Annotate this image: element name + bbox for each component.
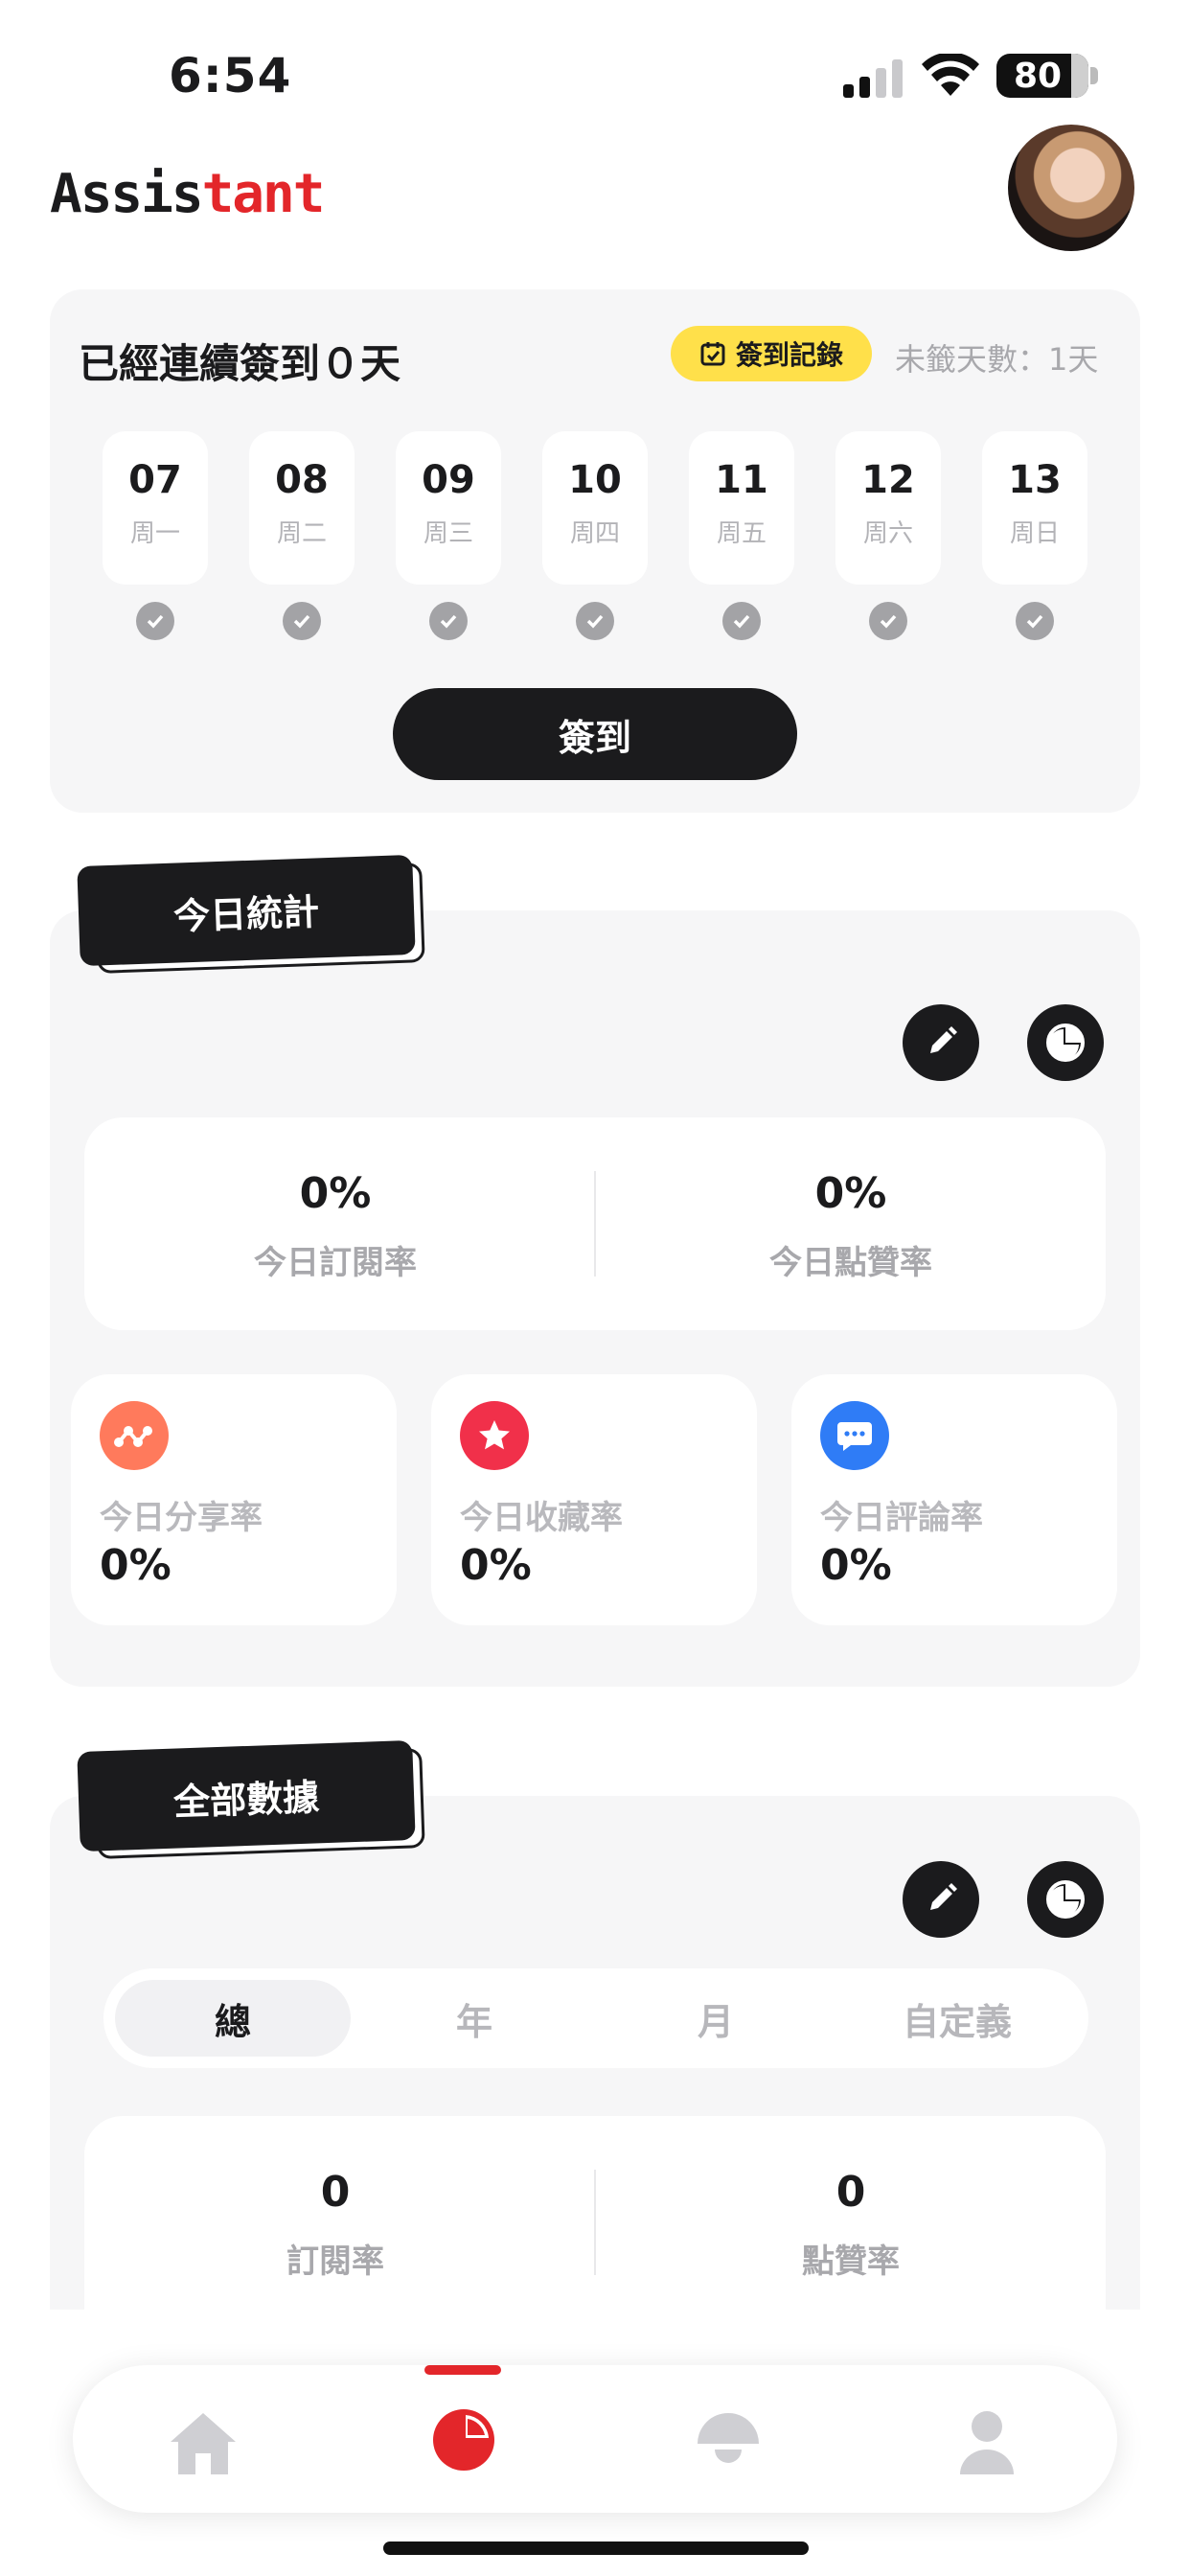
check-icon xyxy=(869,602,907,640)
pie-chart-icon xyxy=(1046,1880,1085,1919)
checkin-title: 已經連續簽到０天 xyxy=(79,340,401,387)
day-weekday: 周一 xyxy=(129,519,180,548)
today-stats-tag: 今日統計 xyxy=(77,854,433,976)
all-data-label: 全部數據 xyxy=(77,1739,416,1852)
share-icon xyxy=(100,1401,169,1470)
bulb-icon[interactable] xyxy=(694,2411,763,2474)
day-tile[interactable]: 10 周四 xyxy=(542,431,648,585)
home-indicator xyxy=(383,2542,809,2555)
today-comment-label: 今日評論率 xyxy=(820,1499,983,1537)
day-weekday: 周六 xyxy=(862,519,913,548)
today-like-label: 今日點贊率 xyxy=(769,1244,932,1282)
today-share-label: 今日分享率 xyxy=(100,1499,263,1537)
day-number: 08 xyxy=(275,458,329,502)
logo-dark: Assis xyxy=(50,163,204,225)
app-logo: Assistant xyxy=(50,163,326,225)
battery-cap xyxy=(1090,67,1098,84)
today-share-value: 0% xyxy=(100,1541,172,1590)
chat-bubble-icon xyxy=(820,1401,889,1470)
tab-year[interactable]: 年 xyxy=(356,1980,592,2057)
tab-custom[interactable]: 自定義 xyxy=(839,1980,1075,2057)
period-tabs: 總 年 月 自定義 xyxy=(103,1968,1088,2068)
calendar-check-icon xyxy=(700,342,725,366)
battery-level: 80 xyxy=(1014,56,1063,96)
wifi-icon xyxy=(922,54,979,96)
today-comment-card: 今日評論率 0% xyxy=(791,1374,1117,1625)
day-tile[interactable]: 09 周三 xyxy=(396,431,501,585)
today-fav-label: 今日收藏率 xyxy=(460,1499,623,1537)
all-like-value: 0 xyxy=(835,2168,866,2217)
day-weekday: 周三 xyxy=(423,519,473,548)
home-icon[interactable] xyxy=(169,2409,238,2476)
day-tile[interactable]: 13 周日 xyxy=(982,431,1087,585)
all-sub-label: 訂閱率 xyxy=(286,2242,384,2281)
checkin-record-label: 簽到記錄 xyxy=(735,339,843,371)
pie-chart-icon xyxy=(1046,1024,1085,1062)
day-tile[interactable]: 08 周二 xyxy=(249,431,355,585)
day-weekday: 周四 xyxy=(569,519,620,548)
day-tile[interactable]: 07 周一 xyxy=(103,431,208,585)
status-time: 6:54 xyxy=(169,48,292,104)
day-tile[interactable]: 11 周五 xyxy=(689,431,794,585)
battery-icon: 80 xyxy=(996,54,1088,98)
day-weekday: 周二 xyxy=(276,519,327,548)
all-sub-value: 0 xyxy=(320,2168,351,2217)
edit-button[interactable] xyxy=(903,1861,979,1938)
check-icon xyxy=(576,602,614,640)
logo-red: tant xyxy=(201,163,326,225)
check-icon xyxy=(136,602,174,640)
checkin-record-button[interactable]: 簽到記錄 xyxy=(671,326,872,381)
check-icon xyxy=(429,602,468,640)
pencil-icon xyxy=(930,1026,957,1053)
day-number: 11 xyxy=(715,458,768,502)
user-icon[interactable] xyxy=(958,2409,1016,2476)
divider xyxy=(594,2170,596,2275)
pencil-icon xyxy=(930,1883,957,1910)
check-icon xyxy=(1016,602,1054,640)
today-comment-value: 0% xyxy=(820,1541,892,1590)
missed-days: 未籤天數：1天 xyxy=(895,341,1099,378)
check-icon xyxy=(283,602,321,640)
tab-month[interactable]: 月 xyxy=(598,1980,834,2057)
divider xyxy=(594,1171,596,1276)
star-icon xyxy=(460,1401,529,1470)
edit-button[interactable] xyxy=(903,1004,979,1081)
day-number: 12 xyxy=(861,458,915,502)
chart-button[interactable] xyxy=(1027,1004,1104,1081)
pie-chart-icon[interactable] xyxy=(429,2405,498,2474)
all-data-tag: 全部數據 xyxy=(77,1739,433,1861)
chart-button[interactable] xyxy=(1027,1861,1104,1938)
day-number: 07 xyxy=(128,458,182,502)
cellular-signal-icon xyxy=(843,59,903,98)
app-screen: 6:54 80 Assistant 已經連續簽到０天 簽到記錄 未籤天數：1天 … xyxy=(0,0,1190,2576)
day-number: 09 xyxy=(422,458,475,502)
check-icon xyxy=(722,602,761,640)
today-fav-value: 0% xyxy=(460,1541,532,1590)
day-weekday: 周日 xyxy=(1009,519,1060,548)
today-share-card: 今日分享率 0% xyxy=(71,1374,397,1625)
avatar[interactable] xyxy=(1008,125,1134,251)
today-like-value: 0% xyxy=(814,1169,887,1218)
today-sub-label: 今日訂閱率 xyxy=(254,1244,417,1282)
day-number: 10 xyxy=(568,458,622,502)
sign-in-button[interactable]: 簽到 xyxy=(393,688,797,780)
today-fav-card: 今日收藏率 0% xyxy=(431,1374,757,1625)
today-sub-value: 0% xyxy=(299,1169,372,1218)
day-weekday: 周五 xyxy=(716,519,767,548)
today-stats-label: 今日統計 xyxy=(77,854,416,967)
day-tile[interactable]: 12 周六 xyxy=(835,431,941,585)
tab-total[interactable]: 總 xyxy=(115,1980,351,2057)
day-number: 13 xyxy=(1008,458,1062,502)
all-like-label: 點贊率 xyxy=(802,2242,900,2281)
active-tab-indicator xyxy=(424,2365,501,2375)
